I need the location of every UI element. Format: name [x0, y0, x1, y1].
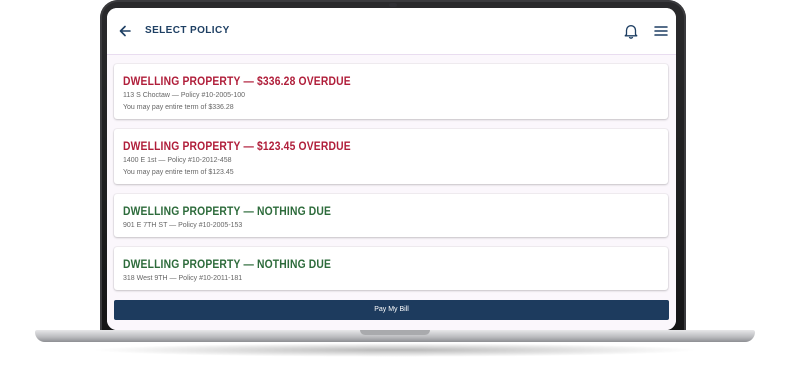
policy-list: DWELLING PROPERTY — $336.28 OVERDUE 113 … [107, 55, 676, 330]
app-screen: SELECT POLICY DWELLING PROPERTY — $336.2… [107, 8, 676, 330]
policy-title: DWELLING PROPERTY — NOTHING DUE [123, 204, 332, 218]
policy-pay-note: You may pay entire term of $336.28 [123, 104, 234, 111]
laptop-notch [360, 330, 430, 335]
laptop-base [35, 330, 755, 342]
policy-title: DWELLING PROPERTY — NOTHING DUE [123, 257, 332, 271]
pay-my-bill-button[interactable]: Pay My Bill [114, 300, 669, 320]
policy-address: 901 E 7TH ST — Policy #10-2005-153 [123, 222, 243, 229]
policy-card[interactable]: DWELLING PROPERTY — NOTHING DUE 318 West… [114, 247, 668, 290]
pay-my-bill-label: Pay My Bill [374, 306, 409, 313]
laptop-shadow [90, 343, 700, 357]
policy-pay-note: You may pay entire term of $123.45 [123, 169, 234, 176]
policy-title: DWELLING PROPERTY — $123.45 OVERDUE [123, 139, 351, 153]
policy-title: DWELLING PROPERTY — $336.28 OVERDUE [123, 74, 351, 88]
arrow-left-icon[interactable] [115, 21, 135, 41]
policy-address: 1400 E 1st — Policy #10-2012-458 [123, 157, 232, 164]
app-header: SELECT POLICY [107, 8, 676, 55]
page-title: SELECT POLICY [145, 25, 230, 36]
policy-card[interactable]: DWELLING PROPERTY — NOTHING DUE 901 E 7T… [114, 194, 668, 237]
policy-card[interactable]: DWELLING PROPERTY — $336.28 OVERDUE 113 … [114, 64, 668, 119]
policy-address: 318 West 9TH — Policy #10-2011-181 [123, 275, 243, 282]
camera [389, 3, 397, 7]
policy-address: 113 S Choctaw — Policy #10-2005-100 [123, 92, 246, 99]
policy-card[interactable]: DWELLING PROPERTY — $123.45 OVERDUE 1400… [114, 129, 668, 184]
bell-icon[interactable] [622, 22, 640, 40]
hamburger-menu-icon[interactable] [653, 23, 669, 39]
